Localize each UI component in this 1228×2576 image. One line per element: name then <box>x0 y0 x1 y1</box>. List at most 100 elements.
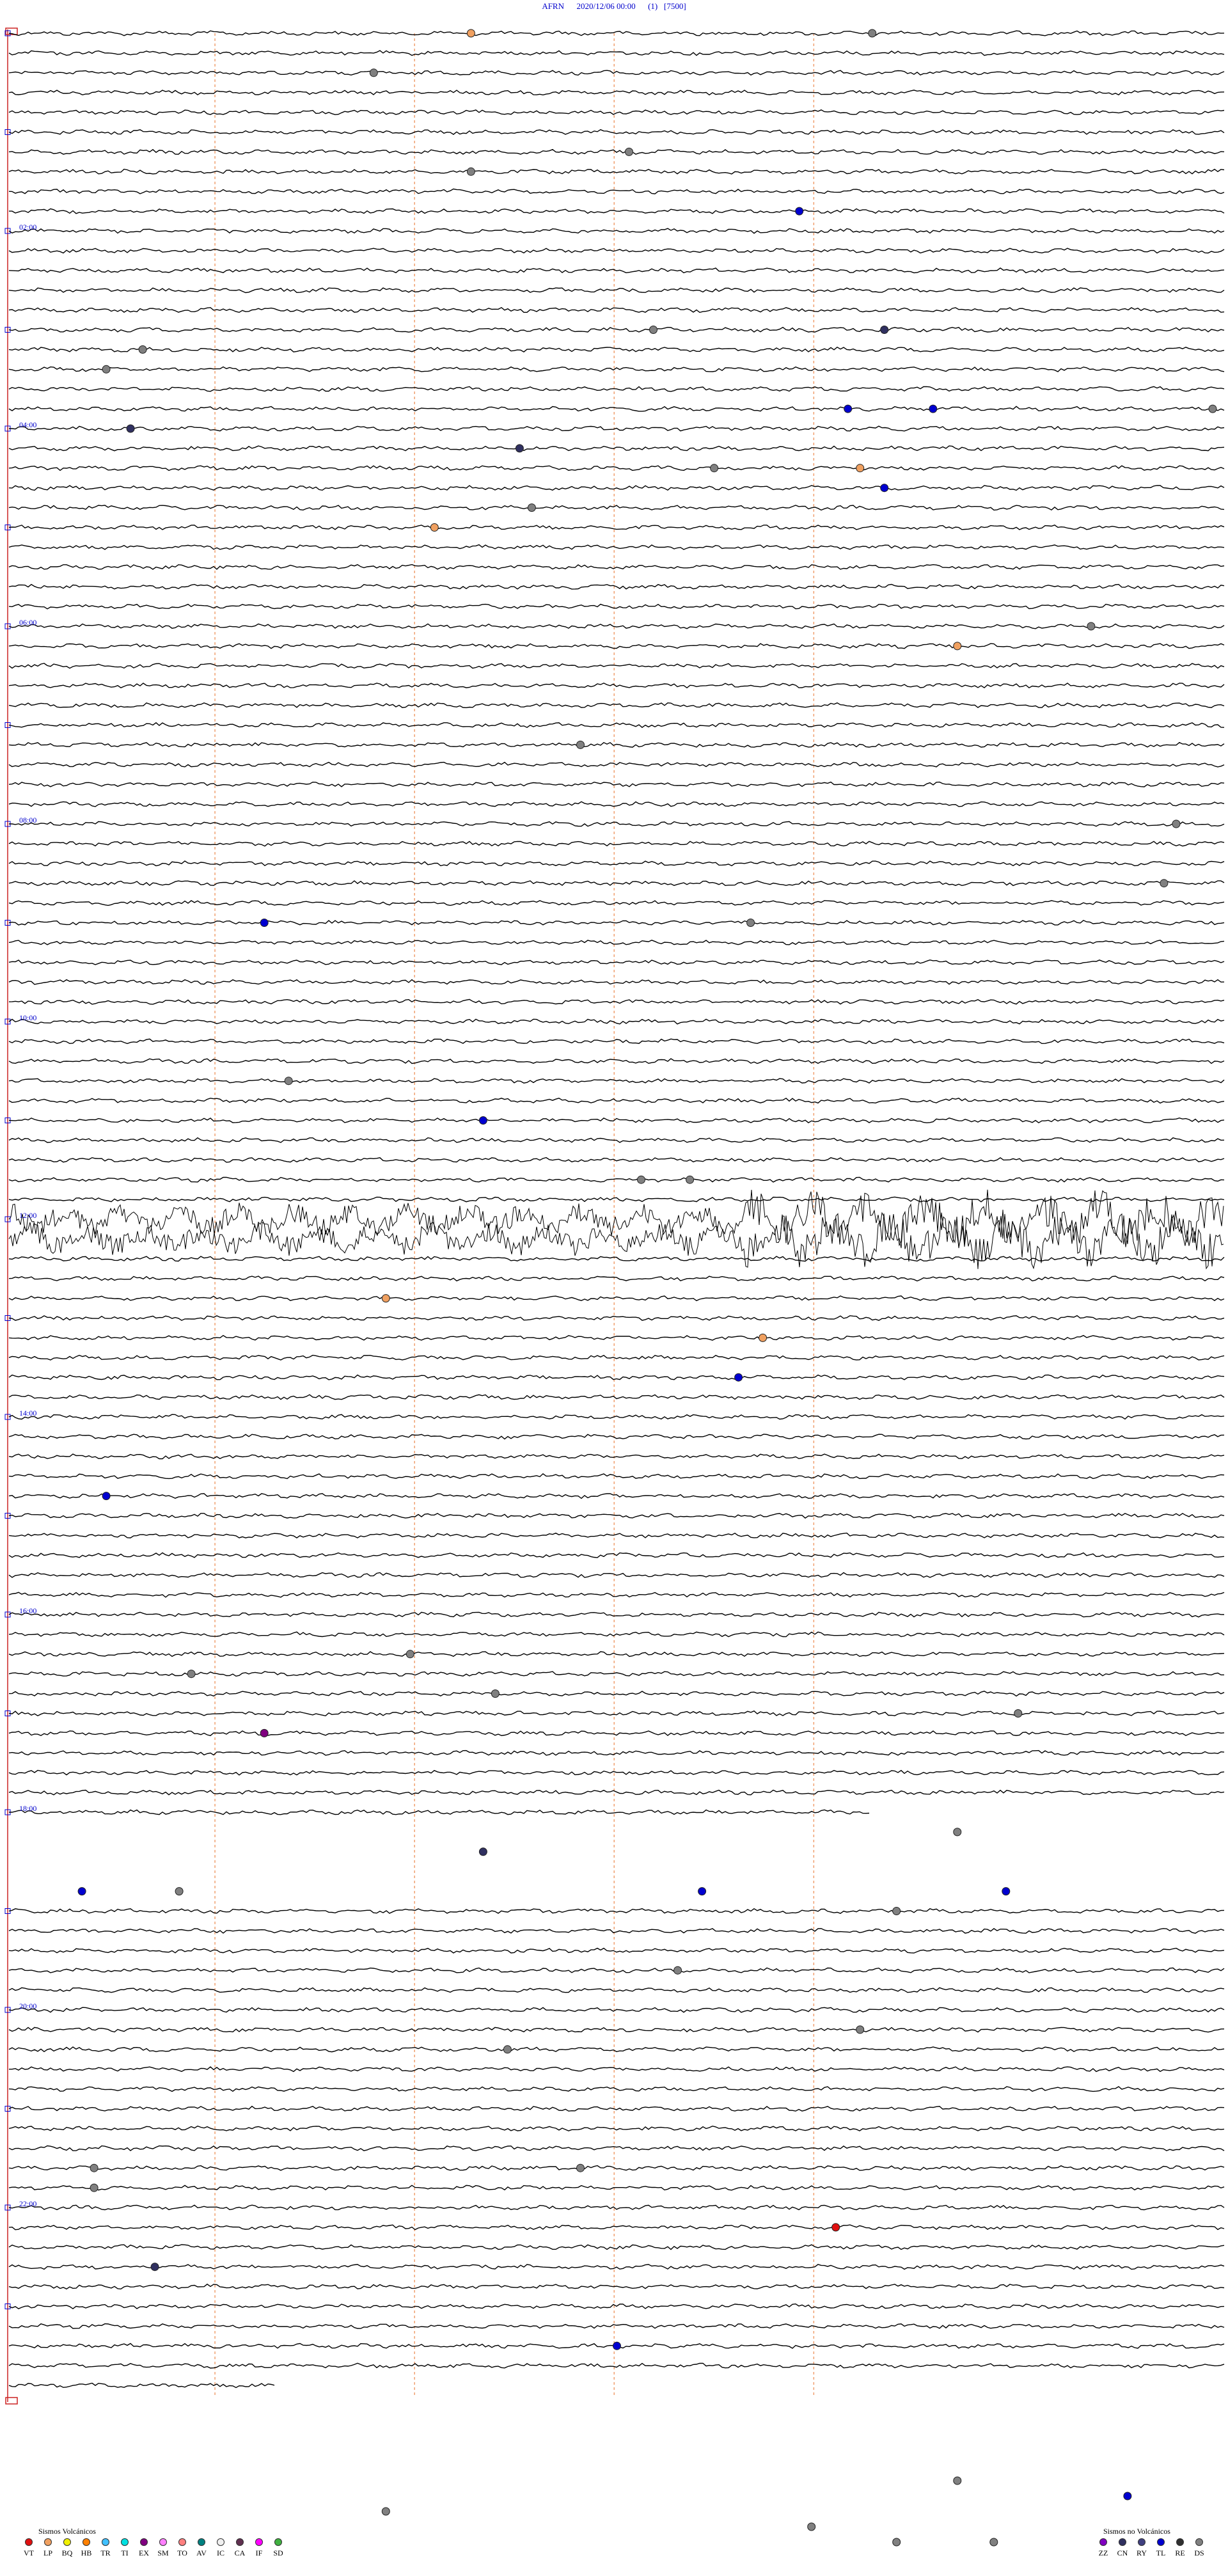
event-marker-ds <box>90 2163 98 2172</box>
event-marker-lp <box>430 523 439 532</box>
trace-row <box>8 1117 1225 1124</box>
legend-swatch <box>44 2538 52 2546</box>
legend-item-cn: CN <box>1113 2538 1132 2558</box>
event-marker-ds <box>102 365 111 374</box>
trace-row <box>8 781 1225 787</box>
trace-row <box>8 2165 1225 2171</box>
trace-row <box>8 2303 1225 2310</box>
hour-label: 04:00 <box>19 420 36 429</box>
event-marker-tl <box>929 404 938 413</box>
legend-swatch <box>274 2538 282 2546</box>
legend-item-vt: VT <box>19 2538 38 2558</box>
trace-row <box>8 919 1225 926</box>
trace-row <box>8 1210 1224 1270</box>
legend-item-sm: SM <box>154 2538 173 2558</box>
trace-row <box>8 50 1225 56</box>
event-marker-ds <box>1208 404 1217 413</box>
legend-swatch <box>236 2538 244 2546</box>
event-marker-tl <box>77 1887 86 1896</box>
legend-label: IF <box>255 2548 263 2557</box>
legend-label: TI <box>121 2548 129 2557</box>
trace-row <box>8 2283 1225 2290</box>
hour-label: 18:00 <box>19 1804 36 1813</box>
event-marker-ds <box>491 1689 500 1698</box>
event-marker-lp <box>953 642 962 651</box>
legend-item-tl: TL <box>1151 2538 1170 2558</box>
trace-row <box>8 860 1225 867</box>
legend-swatch <box>1119 2538 1126 2546</box>
legend-label: DS <box>1194 2548 1204 2557</box>
trace-row <box>8 2145 1225 2151</box>
trace-row <box>8 2105 1225 2112</box>
trace-row <box>8 2323 1225 2329</box>
trace-row <box>9 425 1225 432</box>
event-marker-cn <box>478 1847 487 1856</box>
legend-swatch <box>25 2538 33 2546</box>
legend-swatch <box>121 2538 129 2546</box>
legend-volcanic: Sismos Volcánicos VT LP BQ HB TR TI EX SM TO AV IC… <box>19 2527 301 2572</box>
event-marker-ex <box>260 1728 269 1737</box>
event-marker-ds <box>807 2522 816 2531</box>
trace-row <box>8 1078 1225 1084</box>
legend-item-ds: DS <box>1190 2538 1209 2558</box>
trace-row <box>8 70 1225 76</box>
trace-row <box>8 623 1225 629</box>
trace-row <box>8 90 1225 96</box>
trace-row <box>8 643 1225 649</box>
event-marker-ds <box>576 740 585 749</box>
trace-row <box>9 2066 1225 2073</box>
trace-row <box>8 1631 1225 1638</box>
trace-row <box>8 2244 1225 2250</box>
trace-row <box>8 1354 1225 1361</box>
legend-item-if: IF <box>249 2538 269 2558</box>
trace-row <box>8 465 1225 471</box>
trace-row <box>8 366 1225 372</box>
legend-swatch <box>178 2538 186 2546</box>
legend-item-ry: RY <box>1132 2538 1151 2558</box>
trace-row <box>8 1691 1225 1697</box>
trace-row <box>8 1789 1225 1796</box>
event-marker-ds <box>187 1670 196 1679</box>
trace-row <box>8 1058 1225 1064</box>
trace-row <box>8 603 1225 610</box>
legend-item-ex: EX <box>134 2538 154 2558</box>
trace-row <box>8 1394 1225 1400</box>
trace-row <box>8 1315 1225 1321</box>
trace-row <box>8 2185 1225 2191</box>
event-marker-ds <box>138 345 147 354</box>
legend-item-ti: TI <box>115 2538 134 2558</box>
trace-row <box>8 683 1225 689</box>
event-marker-cn <box>515 444 524 453</box>
legend-label: AV <box>196 2548 207 2557</box>
hour-label: 12:00 <box>19 1211 36 1220</box>
trace-row <box>8 1137 1225 1143</box>
trace-row <box>8 1414 1225 1420</box>
legend-swatch <box>102 2538 109 2546</box>
legend-label: IC <box>217 2548 224 2557</box>
event-marker-lp <box>856 464 865 473</box>
trace-row <box>8 1453 1225 1460</box>
event-marker-cn <box>150 2263 159 2272</box>
event-marker-tl <box>795 207 804 216</box>
trace-row <box>8 129 1225 135</box>
trace-row <box>8 1908 1225 1914</box>
trace-row <box>8 1018 1225 1025</box>
trace-row <box>8 30 1225 36</box>
legend-swatch <box>1176 2538 1184 2546</box>
trace-row <box>8 1651 1225 1657</box>
trace-row <box>8 702 1225 709</box>
trace-row <box>8 1750 1225 1756</box>
legend-volcanic-title: Sismos Volcánicos <box>38 2527 96 2536</box>
trace-row <box>8 1493 1225 1499</box>
legend-item-av: AV <box>192 2538 211 2558</box>
trace-row <box>8 1176 1225 1183</box>
trace-row <box>8 148 1225 155</box>
event-marker-ds <box>175 1887 184 1896</box>
hour-label: 02:00 <box>19 223 36 232</box>
trace-row <box>8 445 1225 452</box>
trace-row <box>8 525 1225 530</box>
trace-row <box>8 2046 1225 2053</box>
trace-row <box>8 287 1225 294</box>
trace-row <box>8 722 1225 729</box>
event-marker-ds <box>868 29 877 38</box>
